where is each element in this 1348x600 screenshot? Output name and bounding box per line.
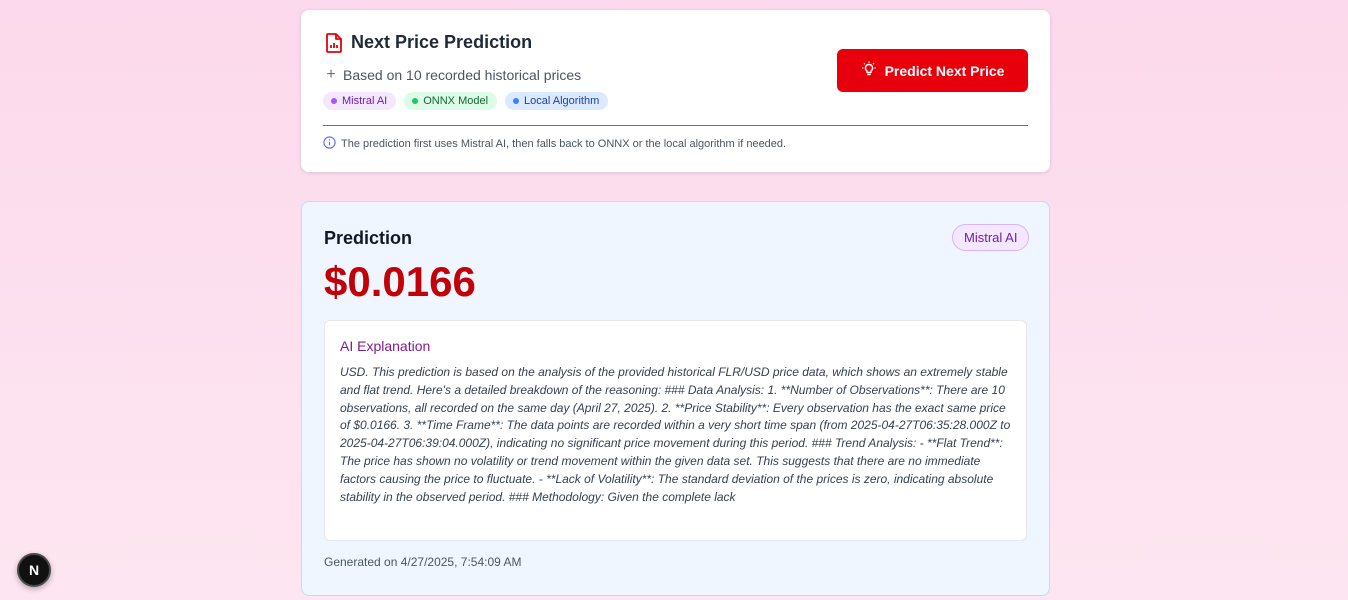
- explanation-title: AI Explanation: [340, 338, 431, 354]
- badge-label: Local Algorithm: [524, 95, 600, 107]
- prediction-card: Next Price Prediction + Based on 10 reco…: [301, 10, 1050, 172]
- lightbulb-icon: [861, 61, 877, 80]
- subtitle: Based on 10 recorded historical prices: [343, 67, 582, 83]
- badge-onnx: ONNX Model: [404, 92, 498, 110]
- nextjs-dev-badge[interactable]: N: [17, 553, 51, 587]
- blue-dot-icon: [513, 98, 520, 104]
- badge-local: Local Algorithm: [505, 92, 609, 110]
- badge-mistral: Mistral AI: [323, 92, 397, 110]
- title-row: Next Price Prediction: [325, 32, 532, 53]
- badge-label: ONNX Model: [423, 95, 489, 107]
- note-text: The prediction first uses Mistral AI, th…: [341, 138, 787, 150]
- model-badges: Mistral AI ONNX Model Local Algorithm: [323, 92, 609, 110]
- divider: [323, 125, 1028, 126]
- info-icon: [323, 136, 336, 152]
- document-chart-icon: [325, 32, 343, 53]
- card-title: Next Price Prediction: [351, 32, 533, 52]
- subtitle-row: + Based on 10 recorded historical prices: [325, 66, 581, 84]
- predict-button-label: Predict Next Price: [884, 62, 1005, 79]
- source-badge: Mistral AI: [952, 224, 1030, 251]
- info-note: The prediction first uses Mistral AI, th…: [323, 136, 786, 152]
- explanation-text: USD. This prediction is based on the ana…: [340, 365, 1011, 504]
- generated-timestamp: Generated on 4/27/2025, 7:54:09 AM: [324, 555, 522, 569]
- predicted-price: $0.0166: [324, 258, 476, 305]
- badge-label: Mistral AI: [342, 95, 388, 107]
- predict-next-price-button[interactable]: Predict Next Price: [837, 49, 1028, 92]
- prediction-result-card: Prediction Mistral AI $0.0166 AI Explana…: [301, 201, 1050, 596]
- explanation-box: AI Explanation USD. This prediction is b…: [324, 320, 1027, 541]
- result-title: Prediction: [324, 228, 413, 248]
- plus-icon: +: [326, 66, 336, 83]
- green-dot-icon: [412, 98, 419, 104]
- purple-dot-icon: [331, 98, 337, 104]
